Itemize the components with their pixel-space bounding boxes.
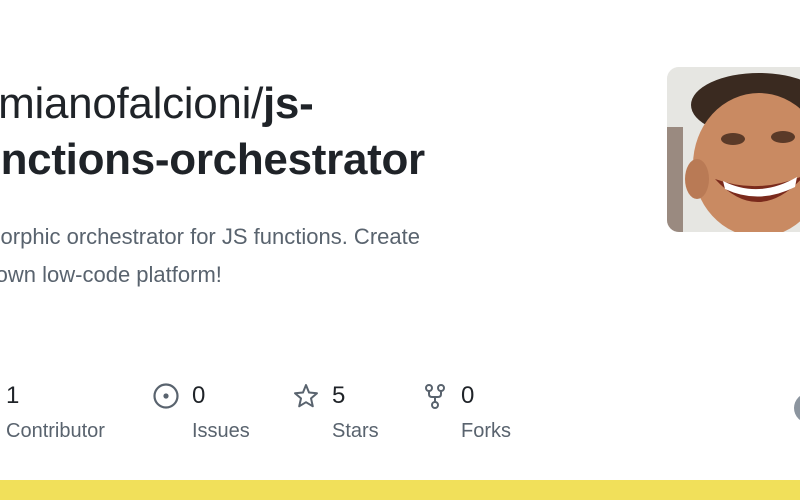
issue-circle-icon — [152, 382, 180, 410]
stat-contributors: 1 Contributor — [6, 380, 105, 443]
repo-name-line2: unctions-orchestrator — [0, 135, 425, 184]
contributors-label: Contributor — [6, 420, 105, 442]
description-line1: omorphic orchestrator for JS functions. … — [0, 224, 420, 249]
stars-label: Stars — [332, 420, 379, 442]
repo-title: amianofalcioni/js- unctions-orchestrator — [0, 76, 614, 188]
repo-owner: amianofalcioni/ — [0, 79, 263, 128]
forks-count: 0 — [461, 382, 475, 409]
description-line2: ur own low-code platform! — [0, 262, 222, 287]
contributors-count: 1 — [6, 382, 20, 409]
avatar-photo — [667, 67, 800, 232]
stat-issues: 0 Issues — [152, 380, 250, 443]
partial-avatar-circle — [794, 393, 800, 423]
forks-label: Forks — [461, 420, 511, 442]
social-preview-card: amianofalcioni/js- unctions-orchestrator… — [0, 0, 800, 500]
stars-count: 5 — [332, 382, 346, 409]
stat-stars: 5 Stars — [292, 380, 379, 443]
issues-count: 0 — [192, 382, 206, 409]
repo-name-line1: js- — [263, 79, 314, 128]
owner-avatar — [667, 67, 800, 232]
fork-icon — [421, 382, 449, 410]
stat-forks: 0 Forks — [421, 380, 511, 443]
star-icon — [292, 382, 320, 410]
issues-label: Issues — [192, 420, 250, 442]
language-color-bar — [0, 480, 800, 500]
repo-description: omorphic orchestrator for JS functions. … — [0, 218, 610, 294]
